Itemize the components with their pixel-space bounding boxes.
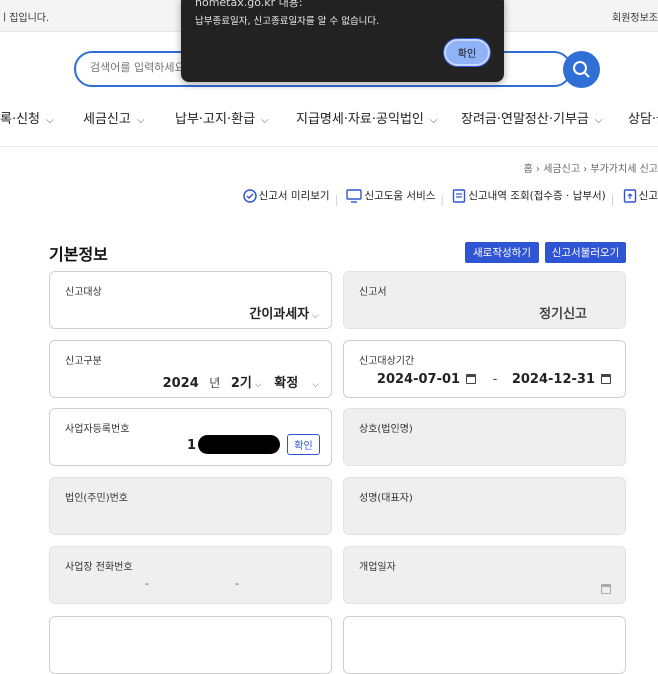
phone-field: 사업장 전화번호 - - xyxy=(49,546,332,604)
alert-dialog: hometax.go.kr 내용: 납부종료일자, 신고종료일자를 알 수 없습… xyxy=(181,0,504,82)
chevron-down-icon: ⌵ xyxy=(46,115,54,126)
separator: | xyxy=(334,193,339,206)
chevron-down-icon: ⌵ xyxy=(312,311,319,321)
preview-link[interactable]: 신고서 미리보기 xyxy=(242,188,330,203)
field-label: 상호(법인명) xyxy=(359,424,413,435)
new-write-button[interactable]: 새로작성하기 xyxy=(465,242,539,263)
quick-links: 신고서 미리보기 | 신고도움 서비스 | 신고내역 조회(접수증 · 납부서)… xyxy=(242,188,658,206)
status-select[interactable]: 확정 ⌵ xyxy=(274,376,319,391)
report-type-field: 신고구분 2024 년 2기 ⌵ 확정 ⌵ xyxy=(49,340,332,398)
search-button[interactable] xyxy=(563,51,600,88)
calendar-icon[interactable] xyxy=(601,374,611,384)
report-form-value: 정기신고 xyxy=(539,307,587,322)
breadcrumb-level1[interactable]: 세금신고 xyxy=(543,164,580,175)
nav-item-incentives[interactable]: 장려금·연말정산·기부금 ⌵ xyxy=(461,108,602,127)
company-name-field: 상호(법인명) xyxy=(343,408,626,466)
biz-number-input[interactable]: 1 xyxy=(187,438,196,453)
breadcrumb-home[interactable]: 홈 xyxy=(524,164,533,175)
section-title: 기본정보 xyxy=(49,245,108,264)
field-label: 신고서 xyxy=(359,287,387,298)
top-notice-text: ㅣ집입니다. xyxy=(0,13,50,24)
field-label: 신고대상 xyxy=(65,287,102,298)
chevron-down-icon: ⌵ xyxy=(594,115,603,126)
field-label: 신고대상기간 xyxy=(359,356,415,367)
breadcrumb: 홈 › 세금신고 › 부가가치세 신고 xyxy=(524,160,658,175)
report-type-values: 2024 년 2기 ⌵ 확정 ⌵ xyxy=(163,372,319,391)
field-label: 사업장 전화번호 xyxy=(65,562,133,573)
dialog-title: hometax.go.kr 내용: xyxy=(195,0,303,9)
redaction-mask xyxy=(198,435,280,454)
report-period-field: 신고대상기간 2024-07-01 - 2024-12-31 xyxy=(343,340,626,398)
open-date-calendar[interactable] xyxy=(595,578,611,597)
nav-item-tax-report[interactable]: 세금신고 ⌵ xyxy=(83,108,144,127)
check-circle-icon xyxy=(242,188,257,203)
chevron-down-icon: ⌵ xyxy=(312,380,319,390)
field-label: 개업일자 xyxy=(359,562,396,573)
main-nav: 록·신청 ⌵ 세금신고 ⌵ 납부·고지·환급 ⌵ 지급명세·자료·공익법인 ⌵ 장려금·… xyxy=(0,108,658,130)
history-link[interactable]: 신고내역 조회(접수증 · 납부서) xyxy=(452,188,606,203)
biz-number-confirm-button[interactable]: 확인 xyxy=(287,434,320,455)
help-service-link[interactable]: 신고도움 서비스 xyxy=(346,188,435,203)
dialog-message: 납부종료일자, 신고종료일자를 알 수 없습니다. xyxy=(195,16,380,27)
calendar-icon[interactable] xyxy=(466,374,477,384)
calendar-icon xyxy=(601,584,611,594)
breadcrumb-level2[interactable]: 부가가치세 신고 xyxy=(590,164,658,175)
field-label: 신고구분 xyxy=(65,356,102,367)
date-separator: - xyxy=(492,372,498,387)
extra-field-left xyxy=(49,616,332,674)
report-period-values: 2024-07-01 - 2024-12-31 xyxy=(377,372,611,387)
phone-separator: - xyxy=(235,577,239,590)
report-form-field: 신고서 정기신고 xyxy=(343,271,626,329)
separator: | xyxy=(440,193,444,206)
nav-item-payment[interactable]: 납부·고지·환급 ⌵ xyxy=(175,108,269,127)
document-upload-icon xyxy=(623,188,636,203)
representative-field: 성명(대표자) xyxy=(343,477,626,535)
field-label: 성명(대표자) xyxy=(359,493,413,504)
search-icon xyxy=(573,61,590,78)
phone-separator: - xyxy=(145,577,149,590)
open-date-field: 개업일자 xyxy=(343,546,626,604)
extra-field-right xyxy=(343,616,626,674)
nav-item-register[interactable]: 록·신청 ⌵ xyxy=(0,108,54,127)
monitor-icon xyxy=(346,188,363,203)
nav-item-statements[interactable]: 지급명세·자료·공익법인 ⌵ xyxy=(296,108,437,127)
period-select[interactable]: 2기 ⌵ xyxy=(231,376,262,391)
field-label: 사업자등록번호 xyxy=(65,424,130,435)
chevron-down-icon: ⌵ xyxy=(136,115,145,126)
separator: | xyxy=(610,193,615,206)
corp-number-field: 법인(주민)번호 xyxy=(49,477,332,535)
chevron-down-icon: ⌵ xyxy=(429,115,438,126)
chevron-down-icon: ⌵ xyxy=(261,115,269,126)
field-label: 법인(주민)번호 xyxy=(65,493,129,504)
more-link[interactable]: 신고 xyxy=(623,188,658,203)
period-start-input[interactable]: 2024-07-01 xyxy=(377,372,460,387)
report-target-select[interactable]: 간이과세자 ⌵ xyxy=(249,303,319,322)
year-value[interactable]: 2024 xyxy=(163,376,199,391)
nav-divider xyxy=(0,146,658,147)
load-report-button[interactable]: 신고서불러오기 xyxy=(545,242,626,263)
member-info-link[interactable]: 회원정보조 xyxy=(612,9,658,24)
report-target-field[interactable]: 신고대상 간이과세자 ⌵ xyxy=(49,271,332,329)
period-end-input[interactable]: 2024-12-31 xyxy=(512,372,595,387)
year-unit: 년 xyxy=(209,376,221,390)
nav-item-consult[interactable]: 상담·불 xyxy=(628,108,658,127)
document-list-icon xyxy=(453,188,466,203)
dialog-ok-button[interactable]: 확인 xyxy=(444,39,490,66)
chevron-down-icon: ⌵ xyxy=(254,380,262,390)
